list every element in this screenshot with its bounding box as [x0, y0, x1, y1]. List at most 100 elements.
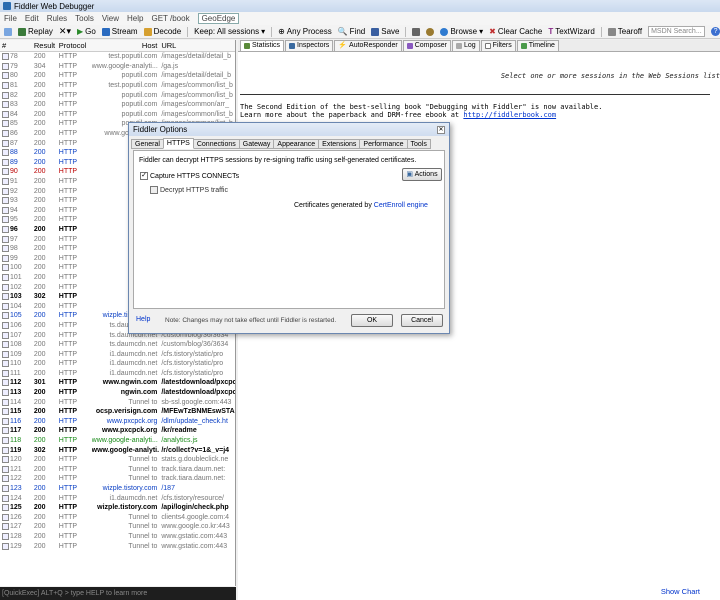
session-host: Tunnel to	[128, 465, 158, 473]
session-row[interactable]: 125 200 HTTP wizple.tistory.com/api/login/c…	[0, 503, 235, 513]
replay-label: Replay	[28, 27, 53, 36]
session-row[interactable]: 81 200 HTTP test.poputil.com/images/common/…	[0, 81, 235, 91]
cancel-button[interactable]: Cancel	[401, 314, 443, 327]
session-url: /ga.js	[161, 62, 179, 70]
session-row[interactable]: 115 200 HTTP ocsp.verisign.com/MFEwTzBNMEsw…	[0, 407, 235, 417]
menu-rules[interactable]: Rules	[47, 14, 67, 23]
session-row[interactable]: 121 200 HTTP Tunnel to track.tiara.daum.net:	[0, 465, 235, 475]
session-row[interactable]: 128 200 HTTP Tunnel to www.gstatic.com:443	[0, 532, 235, 542]
tab-statistics[interactable]: Statistics	[240, 40, 285, 51]
session-row[interactable]: 114 200 HTTP Tunnel to sb-ssl.google.com:443	[0, 397, 235, 407]
menu-geoedge[interactable]: GeoEdge	[197, 13, 240, 24]
session-row[interactable]: 80 200 HTTP poputil.com/images/detail/detai…	[0, 71, 235, 81]
session-row[interactable]: 110 200 HTTP i1.daumcdn.net/cfs.tistory/sta…	[0, 359, 235, 369]
stream-button[interactable]: Stream	[101, 27, 138, 36]
tab-connections[interactable]: Connections	[192, 139, 240, 149]
session-row[interactable]: 123 200 HTTP wizple.tistory.com/187	[0, 484, 235, 494]
session-row[interactable]: 120 200 HTTP Tunnel to stats.g.doubleclick.n…	[0, 455, 235, 465]
col-number[interactable]: #	[0, 41, 30, 50]
session-row[interactable]: 119 302 HTTP www.google-analyti.../r/collec…	[0, 445, 235, 455]
clear-cache-button[interactable]: ✖ Clear Cache	[489, 27, 542, 36]
menu-get-book[interactable]: GET /book	[151, 14, 189, 23]
comment-button[interactable]	[4, 27, 12, 36]
tab-inspectors[interactable]: Inspectors	[285, 40, 334, 51]
session-row[interactable]: 127 200 HTTP Tunnel to www.google.co.kr:443	[0, 522, 235, 532]
session-row[interactable]: 124 200 HTTP i1.daumcdn.net/cfs.tistory/res…	[0, 493, 235, 503]
tab-tools[interactable]: Tools	[406, 139, 431, 149]
session-row[interactable]: 111 200 HTTP i1.daumcdn.net/cfs.tistory/sta…	[0, 369, 235, 379]
close-icon[interactable]: ✕	[437, 125, 445, 134]
col-url[interactable]: URL	[159, 41, 235, 50]
capture-https-checkbox[interactable]: ✓ Capture HTTPS CONNECTs	[140, 172, 239, 180]
decrypt-https-checkbox[interactable]: Decrypt HTTPS traffic	[150, 186, 228, 194]
screenshot-button[interactable]	[412, 27, 421, 36]
session-id: 91	[10, 178, 18, 186]
tab-timeline[interactable]: Timeline	[516, 40, 559, 51]
session-row[interactable]: 122 200 HTTP Tunnel to track.tiara.daum.net:	[0, 474, 235, 484]
tearoff-button[interactable]: Tearoff	[607, 27, 642, 36]
menu-file[interactable]: File	[4, 14, 17, 23]
fiddlerbook-link[interactable]: http://fiddlerbook.com	[463, 111, 556, 119]
find-button[interactable]: 🔍 Find	[338, 27, 366, 36]
tab-appearance[interactable]: Appearance	[273, 139, 320, 149]
tab-extensions[interactable]: Extensions	[318, 139, 361, 149]
quickexec-input[interactable]: [QuickExec] ALT+Q > type HELP to learn m…	[0, 587, 236, 600]
session-id: 88	[10, 149, 18, 157]
session-row[interactable]: 83 200 HTTP poputil.com/images/common/arr_	[0, 100, 235, 110]
certenroll-link[interactable]: CertEnroll engine	[374, 202, 428, 209]
any-process-button[interactable]: ⊕ Any Process	[278, 27, 332, 36]
tab-filters[interactable]: Filters	[480, 40, 516, 51]
menu-help[interactable]: Help	[127, 14, 143, 23]
remove-icon: ✕▾	[58, 26, 71, 36]
tab-general[interactable]: General	[131, 139, 164, 149]
session-row[interactable]: 116 200 HTTP www.pxcpck.org/dlm/update_chec…	[0, 417, 235, 427]
save-button[interactable]: Save	[371, 27, 399, 36]
session-row[interactable]: 78 200 HTTP test.poputil.com/images/detail/…	[0, 52, 235, 62]
menu-edit[interactable]: Edit	[25, 14, 39, 23]
timer-button[interactable]	[426, 27, 435, 36]
help-icon[interactable]: ?	[711, 27, 720, 36]
tab-log[interactable]: Log	[451, 40, 480, 51]
session-number: 115	[0, 407, 30, 416]
tab-autoresponder[interactable]: ⚡ AutoResponder	[334, 40, 402, 51]
session-row[interactable]: 113 200 HTTP ngwin.com/latestdownload/pxcpc	[0, 388, 235, 398]
browse-button[interactable]: Browse ▾	[440, 27, 483, 36]
textwizard-button[interactable]: T TextWizard	[548, 27, 594, 36]
session-row[interactable]: 79 304 HTTP www.google-analyti.../ga.js	[0, 62, 235, 72]
tab-https[interactable]: HTTPS	[162, 138, 194, 149]
tab-composer[interactable]: Composer	[402, 40, 451, 51]
menu-view[interactable]: View	[102, 14, 119, 23]
session-row[interactable]: 84 200 HTTP poputil.com/images/common/list_…	[0, 110, 235, 120]
dialog-title: Fiddler Options	[133, 125, 188, 134]
go-button[interactable]: ▶ Go	[77, 27, 96, 36]
remove-button[interactable]: ✕▾	[59, 26, 71, 37]
session-row[interactable]: 108 200 HTTP ts.daumcdn.net/custom/blog/36/…	[0, 340, 235, 350]
tab-performance[interactable]: Performance	[359, 139, 408, 149]
session-row[interactable]: 129 200 HTTP Tunnel to www.gstatic.com:443	[0, 541, 235, 551]
menu-tools[interactable]: Tools	[75, 14, 94, 23]
session-row[interactable]: 112 301 HTTP www.ngwin.com/latestdownload/p…	[0, 378, 235, 388]
col-result[interactable]: Result	[30, 41, 56, 50]
session-row[interactable]: 126 200 HTTP Tunnel to clients4.google.com:4	[0, 513, 235, 523]
ok-button[interactable]: OK	[351, 314, 393, 327]
session-row[interactable]: 82 200 HTTP poputil.com/images/common/list_…	[0, 90, 235, 100]
col-host[interactable]: Host	[92, 41, 160, 50]
toolbar-divider	[187, 26, 189, 37]
replay-button[interactable]: Replay	[18, 27, 53, 36]
session-url: /cfs.tistory/static/pro	[161, 369, 224, 377]
msdn-search-input[interactable]: MSDN Search...	[648, 26, 706, 37]
session-type-icon	[2, 389, 9, 397]
col-protocol[interactable]: Protocol	[56, 41, 92, 50]
help-link[interactable]: Help	[136, 316, 150, 323]
session-row[interactable]: 117 200 HTTP www.pxcpck.org/kr/readme	[0, 426, 235, 436]
session-row[interactable]: 109 200 HTTP i1.daumcdn.net/cfs.tistory/sta…	[0, 349, 235, 359]
tab-gateway[interactable]: Gateway	[238, 139, 275, 149]
actions-button[interactable]: ▣ Actions	[402, 168, 442, 181]
keep-sessions-dropdown[interactable]: Keep: All sessions ▾	[194, 27, 265, 36]
session-number: 93	[0, 196, 30, 205]
decode-button[interactable]: Decode	[143, 27, 181, 36]
session-row[interactable]: 118 200 HTTP www.google-analyti.../analytic…	[0, 436, 235, 446]
show-chart-link[interactable]: Show Chart	[661, 587, 700, 596]
session-id: 126	[10, 513, 22, 521]
session-result: 200	[33, 91, 46, 99]
